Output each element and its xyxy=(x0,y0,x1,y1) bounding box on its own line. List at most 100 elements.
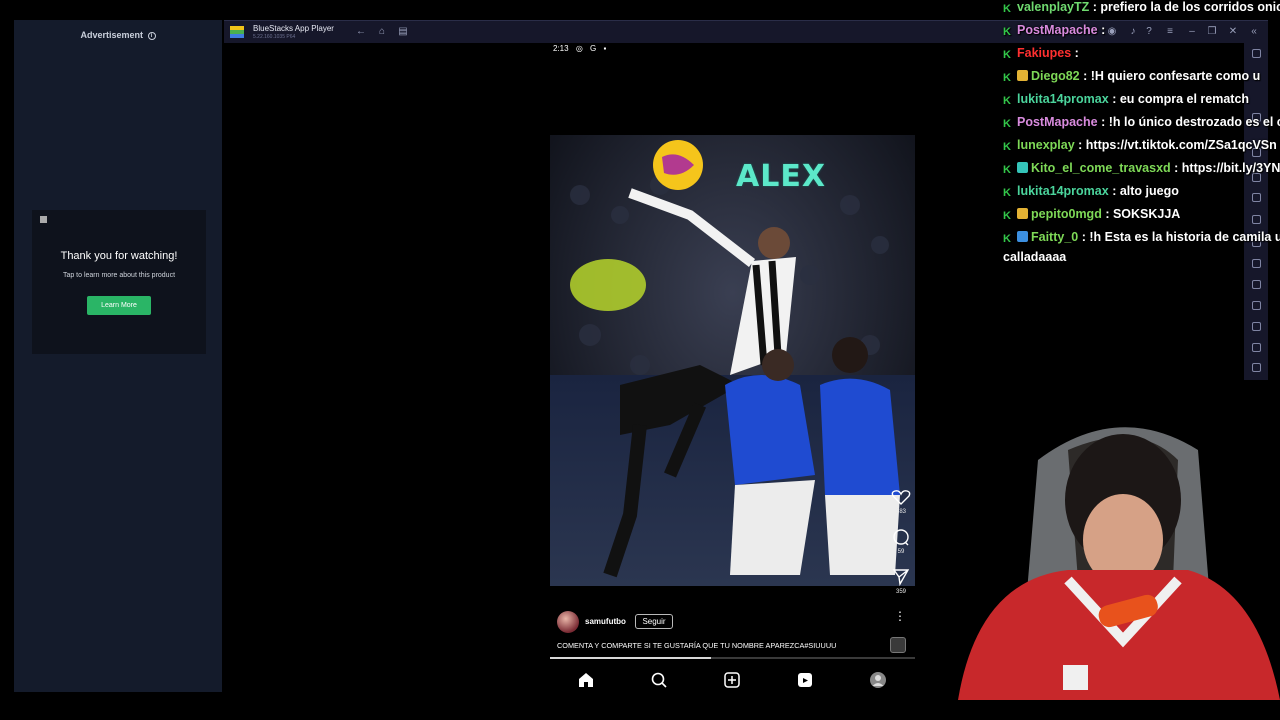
chat-username[interactable]: pepito0mgd xyxy=(1031,207,1102,221)
ad-label: Advertisement i xyxy=(14,30,222,40)
chat-username[interactable]: PostMapache xyxy=(1017,23,1098,37)
streamer-webcam xyxy=(918,380,1280,700)
chat-text-continued: como u xyxy=(1212,69,1261,83)
comment-count: 59 xyxy=(897,549,905,555)
info-icon[interactable]: i xyxy=(147,31,156,40)
instagram-icon: ◎ xyxy=(575,44,583,53)
sword-badge-icon: K xyxy=(1003,72,1011,84)
comment-action: 59 xyxy=(888,528,914,555)
chat-text: : eu compra el rematch xyxy=(1108,92,1250,106)
chat-message: Klukita14promax : alto juego xyxy=(1003,184,1280,199)
chat-username[interactable]: lunexplay xyxy=(1017,138,1075,152)
ad-title: Thank you for watching! xyxy=(60,250,178,262)
chat-text: : !h Esta es la historia de camila u xyxy=(1078,230,1280,244)
notification-icon: ▪ xyxy=(603,44,607,53)
follow-button[interactable]: Seguir xyxy=(635,614,673,629)
home-icon[interactable]: ⌂ xyxy=(376,26,388,38)
home-icon[interactable] xyxy=(577,671,595,689)
app-title: BlueStacks App Player xyxy=(253,24,334,33)
chat-message: K PostMapache : xyxy=(1003,23,1280,38)
layers-icon[interactable] xyxy=(1252,343,1261,352)
chat-text: : xyxy=(1097,23,1106,37)
teal-badge-icon xyxy=(1017,162,1028,173)
rotate-icon[interactable] xyxy=(1252,363,1261,372)
chat-username[interactable]: lukita14promax xyxy=(1017,92,1109,106)
chat-username[interactable]: PostMapache xyxy=(1017,115,1098,129)
subscriber-badge-icon xyxy=(1017,208,1028,219)
back-icon[interactable]: ← xyxy=(355,26,367,38)
chat-message-wrap: calladaaaa xyxy=(1003,250,1067,264)
share-action: 359 xyxy=(888,568,914,595)
search-icon[interactable] xyxy=(650,671,668,689)
chat-message: K Fakiupes : xyxy=(1003,46,1280,61)
sword-badge-icon: K xyxy=(1003,164,1011,176)
location-icon[interactable] xyxy=(1252,301,1261,310)
ad-card[interactable]: Thank you for watching! Tap to learn mor… xyxy=(32,210,206,354)
profile-icon[interactable] xyxy=(869,671,887,689)
reel-overlay-text: ALEX xyxy=(736,159,826,194)
chat-message: K PostMapache : !h lo único destrozado es… xyxy=(1003,115,1280,130)
chat-text: : prefiero la de los corridos onic xyxy=(1089,0,1280,14)
avatar[interactable] xyxy=(557,611,579,633)
chat-text: : !h lo único destrozado es el c xyxy=(1097,115,1280,129)
create-icon[interactable] xyxy=(723,671,741,689)
airplane-icon[interactable] xyxy=(1252,280,1261,289)
chat-message: Kpepito0mgd : SOKSKJJA xyxy=(1003,207,1280,222)
sword-badge-icon: K xyxy=(1003,95,1011,107)
share-count: 359 xyxy=(895,589,906,595)
chat-username[interactable]: Fakiupes xyxy=(1017,46,1071,60)
webcam-feed xyxy=(918,380,1280,700)
eco-mode-icon[interactable] xyxy=(1252,322,1261,331)
sword-badge-icon: K xyxy=(1003,49,1011,61)
sword-badge-icon: K xyxy=(1003,26,1011,38)
chat-username[interactable]: Faitty_0 xyxy=(1031,230,1078,244)
chat-text: : SOKSKJJA xyxy=(1101,207,1181,221)
video-progress-fill xyxy=(550,657,711,659)
chat-message: Klunexplay : https://vt.tiktok.com/ZSa1q… xyxy=(1003,138,1280,153)
reel-photo xyxy=(550,135,915,586)
ad-subtitle: Tap to learn more about this product xyxy=(62,272,176,279)
sword-badge-icon: K xyxy=(1003,3,1011,15)
bluestacks-logo-icon xyxy=(230,26,244,38)
chat-text: : https://bit.ly/3YN xyxy=(1170,161,1280,175)
status-time: 2:13 xyxy=(553,44,569,53)
recent-apps-icon[interactable]: ▤ xyxy=(397,26,409,38)
video-progress-bar[interactable] xyxy=(550,657,915,659)
chat-text: : https://vt.tiktok.com/ZSa1qcVSn xyxy=(1074,138,1277,152)
send-icon[interactable] xyxy=(888,568,914,586)
sword-badge-icon: K xyxy=(1003,141,1011,153)
reel-video[interactable]: ALEX xyxy=(550,135,915,586)
chat-username[interactable]: valenplayTZ xyxy=(1017,0,1089,14)
more-options-icon[interactable]: ⋮ xyxy=(894,609,906,623)
android-status-bar: 2:13 ◎ G ▪ xyxy=(553,44,611,53)
reel-caption[interactable]: COMENTA Y COMPARTE SI TE GUSTARÍA QUE TU… xyxy=(557,641,887,650)
chat-text: : !H quiero confesarte xyxy=(1079,69,1213,83)
ad-choices-icon[interactable] xyxy=(40,216,47,223)
chat-username[interactable]: Kito_el_come_travasxd xyxy=(1031,161,1171,175)
sword-badge-icon: K xyxy=(1003,118,1011,130)
chat-message: K Kito_el_come_travasxd : https://bit.ly/… xyxy=(1003,161,1280,176)
reels-icon[interactable] xyxy=(796,671,814,689)
comment-icon[interactable] xyxy=(888,528,914,546)
audio-thumbnail-icon[interactable] xyxy=(890,637,906,653)
google-icon: G xyxy=(590,44,597,53)
learn-more-button[interactable]: Learn More xyxy=(87,296,151,315)
chat-message: Klukita14promax : eu compra el rematch xyxy=(1003,92,1280,107)
sword-badge-icon: K xyxy=(1003,187,1011,199)
chat-message: K Faitty_0 : !h Esta es la historia de ca… xyxy=(1003,230,1280,245)
chat-username[interactable]: Diego82 xyxy=(1031,69,1080,83)
sword-badge-icon: K xyxy=(1003,210,1011,222)
chat-text: : xyxy=(1071,46,1079,60)
heart-icon[interactable] xyxy=(888,488,914,506)
chat-username[interactable]: lukita14promax xyxy=(1017,184,1109,198)
like-action: 383 xyxy=(888,488,914,515)
ad-sidebar: Advertisement i Thank you for watching! … xyxy=(14,20,222,692)
subscriber-badge-icon xyxy=(1017,70,1028,81)
blue-badge-icon xyxy=(1017,231,1028,242)
sword-badge-icon: K xyxy=(1003,233,1011,245)
chat-message: KvalenplayTZ : prefiero la de los corrid… xyxy=(1003,0,1280,15)
username[interactable]: samufutbo xyxy=(585,617,626,626)
chat-message: K Diego82 : !H quiero confesarte como u xyxy=(1003,69,1280,84)
app-version: 5.22.160.1035 P64 xyxy=(253,34,296,40)
like-count: 383 xyxy=(895,509,906,515)
